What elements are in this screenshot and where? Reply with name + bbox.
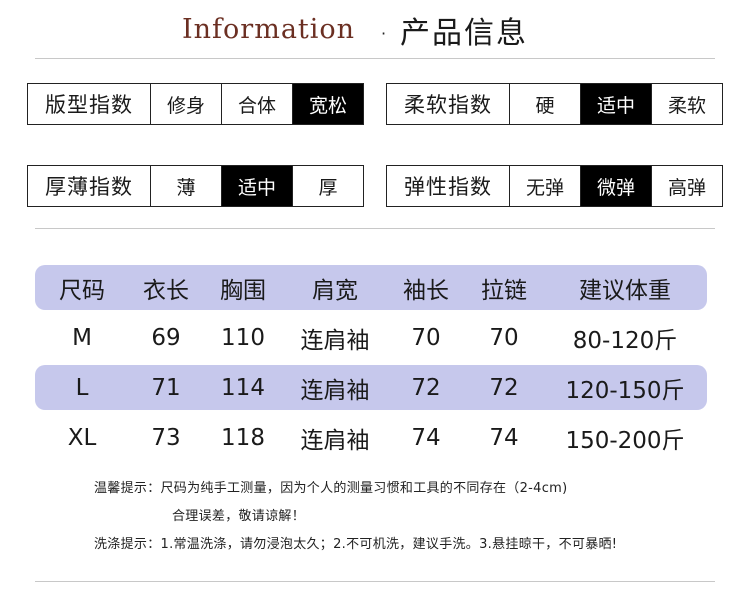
table-row: XL 73 118 连肩袖 74 74 150-200斤 xyxy=(35,415,707,460)
washing-tip: 洗涤提示：1.常温洗涤，请勿浸泡太久；2.不可机洗，建议手洗。3.悬挂晾干，不可… xyxy=(94,537,618,552)
table-cell: 118 xyxy=(221,424,265,451)
spec-option: 硬 xyxy=(510,84,581,124)
table-cell: 73 xyxy=(151,424,181,451)
table-cell: 69 xyxy=(151,324,181,351)
spec-label: 柔软指数 xyxy=(387,84,510,124)
spec-elasticity-index: 弹性指数 无弹 微弹 高弹 xyxy=(386,165,723,207)
header-cell: 肩宽 xyxy=(312,277,358,304)
table-cell: XL xyxy=(67,424,97,451)
divider-middle xyxy=(35,228,715,229)
spec-option: 厚 xyxy=(318,176,338,199)
spec-label: 厚薄指数 xyxy=(28,166,151,206)
table-cell: 70 xyxy=(489,324,519,351)
spec-label: 弹性指数 xyxy=(387,166,510,206)
spec-option: 无弹 xyxy=(510,166,581,206)
spec-softness-index: 柔软指数 硬 适中 柔软 xyxy=(386,83,723,125)
size-table: 尺码 衣长 胸围 肩宽 袖长 拉链 建议体重 M 69 110 连肩袖 70 7… xyxy=(35,265,707,465)
measurement-tip: 温馨提示：尺码为纯手工测量，因为个人的测量习惯和工具的不同存在（2-4cm) xyxy=(94,481,568,496)
table-row: L 71 114 连肩袖 72 72 120-150斤 xyxy=(35,365,707,410)
spec-option: 高弹 xyxy=(667,176,706,199)
spec-option: 合体 xyxy=(222,84,293,124)
table-cell: 110 xyxy=(221,324,265,351)
spec-option: 适中 xyxy=(581,84,652,124)
table-cell: 74 xyxy=(411,424,441,451)
table-cell: 80-120斤 xyxy=(572,327,678,354)
spec-thickness-index: 厚薄指数 薄 适中 厚 xyxy=(27,165,364,207)
spec-option: 适中 xyxy=(222,166,293,206)
table-header-row: 尺码 衣长 胸围 肩宽 袖长 拉链 建议体重 xyxy=(35,265,707,310)
table-cell: M xyxy=(72,324,92,351)
spec-label: 版型指数 xyxy=(28,84,151,124)
title-chinese: 产品信息 xyxy=(400,16,528,51)
header-cell: 尺码 xyxy=(59,277,105,304)
spec-option: 微弹 xyxy=(581,166,652,206)
divider-top xyxy=(35,58,715,59)
table-cell: 连肩袖 xyxy=(300,427,370,454)
table-cell: 71 xyxy=(151,374,181,401)
header-cell: 袖长 xyxy=(403,277,449,304)
spec-option: 薄 xyxy=(151,166,222,206)
table-cell: 120-150斤 xyxy=(565,377,685,404)
spec-option: 修身 xyxy=(151,84,222,124)
header-cell: 胸围 xyxy=(220,277,266,304)
spec-option: 柔软 xyxy=(667,94,706,117)
header-cell: 拉链 xyxy=(481,277,527,304)
table-cell: 74 xyxy=(489,424,519,451)
table-cell: 连肩袖 xyxy=(300,327,370,354)
table-row: M 69 110 连肩袖 70 70 80-120斤 xyxy=(35,315,707,360)
spec-fit-index: 版型指数 修身 合体 宽松 xyxy=(27,83,364,125)
table-cell: 114 xyxy=(221,374,265,401)
header-cell: 建议体重 xyxy=(579,277,671,304)
table-cell: 72 xyxy=(489,374,519,401)
title-separator-dot: · xyxy=(381,24,387,43)
header-cell: 衣长 xyxy=(143,277,189,304)
title-english: Information xyxy=(182,14,356,45)
table-cell: 72 xyxy=(411,374,441,401)
table-cell: 连肩袖 xyxy=(300,377,370,404)
spec-option: 宽松 xyxy=(293,84,363,124)
table-cell: L xyxy=(75,374,89,401)
table-cell: 150-200斤 xyxy=(565,427,685,454)
divider-bottom xyxy=(35,581,715,582)
table-cell: 70 xyxy=(411,324,441,351)
measurement-tip-continued: 合理误差，敬请谅解！ xyxy=(172,509,306,524)
